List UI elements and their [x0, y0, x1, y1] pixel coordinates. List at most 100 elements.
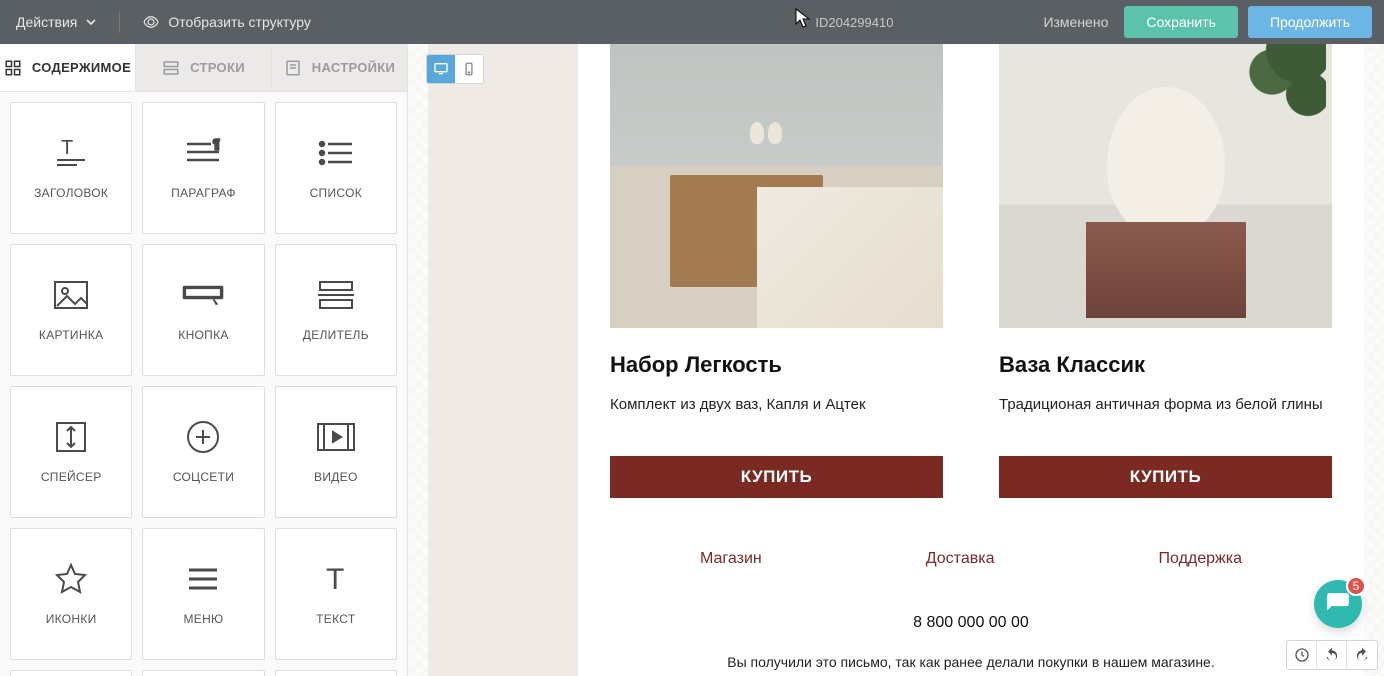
button-icon — [181, 278, 225, 312]
chat-count: 5 — [1346, 576, 1366, 596]
panel-tabs: СОДЕРЖИМОЕ СТРОКИ НАСТРОЙКИ — [0, 44, 407, 92]
buy-button-2[interactable]: КУПИТЬ — [999, 456, 1332, 498]
block-video-label: ВИДЕО — [314, 470, 358, 484]
spacer-icon — [53, 419, 89, 455]
undo-button[interactable] — [1317, 641, 1347, 669]
block-social-label: СОЦСЕТИ — [173, 470, 234, 484]
footer-disclaimer: Вы получили это письмо, так как ранее де… — [578, 652, 1364, 676]
product-image-1[interactable] — [610, 44, 943, 328]
product-title-2: Ваза Классик — [999, 352, 1332, 378]
block-more-3[interactable] — [275, 670, 397, 676]
footer-phone: 8 800 000 00 00 — [578, 614, 1364, 632]
block-heading-label: ЗАГОЛОВОК — [34, 186, 108, 200]
chat-icon — [1325, 591, 1351, 617]
svg-text:T: T — [326, 563, 344, 596]
block-social[interactable]: СОЦСЕТИ — [142, 386, 264, 518]
block-list-label: СПИСОК — [310, 186, 362, 200]
block-spacer-label: СПЕЙСЕР — [41, 470, 102, 484]
block-icons-label: ИКОНКИ — [46, 612, 97, 626]
block-paragraph-label: ПАРАГРАФ — [171, 186, 236, 200]
text-icon: T — [318, 561, 354, 597]
heading-icon: T — [49, 136, 93, 170]
footer-links: Магазин Доставка Поддержка — [578, 550, 1364, 568]
video-icon — [314, 420, 358, 454]
redo-icon — [1354, 647, 1370, 663]
block-button-label: КНОПКА — [178, 328, 228, 342]
blocks-grid: T ЗАГОЛОВОК ¶ ПАРАГРАФ СПИСОК КАРТИНКА К… — [0, 92, 407, 676]
email-canvas[interactable]: Набор Легкость Комплект из двух ваз, Кап… — [428, 44, 1364, 676]
canvas-area: Набор Легкость Комплект из двух ваз, Кап… — [408, 44, 1384, 676]
block-image[interactable]: КАРТИНКА — [10, 244, 132, 376]
block-image-label: КАРТИНКА — [39, 328, 103, 342]
mobile-icon — [462, 61, 476, 77]
product-title-1: Набор Легкость — [610, 352, 943, 378]
block-button[interactable]: КНОПКА — [142, 244, 264, 376]
svg-text:¶: ¶ — [213, 137, 219, 151]
desktop-icon — [433, 61, 449, 77]
chat-widget[interactable]: 5 — [1314, 580, 1362, 628]
product-desc-2: Традиционая античная форма из белой глин… — [999, 394, 1332, 438]
footer-link-delivery[interactable]: Доставка — [926, 550, 995, 568]
block-list[interactable]: СПИСОК — [275, 102, 397, 234]
settings-doc-icon — [284, 59, 302, 77]
block-spacer[interactable]: СПЕЙСЕР — [10, 386, 132, 518]
block-paragraph[interactable]: ¶ ПАРАГРАФ — [142, 102, 264, 234]
show-structure-label: Отобразить структуру — [168, 14, 311, 30]
device-desktop[interactable] — [427, 55, 455, 83]
block-text[interactable]: T ТЕКСТ — [275, 528, 397, 660]
show-structure-toggle[interactable]: Отобразить структуру — [142, 13, 311, 31]
divider-icon — [314, 278, 358, 312]
redo-button[interactable] — [1347, 641, 1377, 669]
device-switcher — [426, 54, 484, 84]
undo-icon — [1324, 647, 1340, 663]
block-video[interactable]: ВИДЕО — [275, 386, 397, 518]
history-icon — [1294, 647, 1310, 663]
tab-settings[interactable]: НАСТРОЙКИ — [272, 44, 407, 91]
menu-icon — [185, 564, 221, 594]
image-icon — [51, 278, 91, 312]
actions-label: Действия — [16, 14, 77, 30]
block-menu[interactable]: МЕНЮ — [142, 528, 264, 660]
tab-content-label: СОДЕРЖИМОЕ — [32, 60, 131, 75]
actions-dropdown[interactable]: Действия — [16, 14, 97, 30]
tab-rows[interactable]: СТРОКИ — [136, 44, 272, 91]
disclaimer-line1: Вы получили это письмо, так как ранее де… — [727, 654, 1214, 670]
buy-button-1[interactable]: КУПИТЬ — [610, 456, 943, 498]
save-status: Изменено — [1043, 14, 1108, 30]
content-panel: СОДЕРЖИМОЕ СТРОКИ НАСТРОЙКИ T ЗАГОЛОВОК … — [0, 44, 408, 676]
product-card-2: Ваза Классик Традиционая античная форма … — [999, 44, 1332, 498]
product-image-2[interactable] — [999, 44, 1332, 328]
rows-icon — [162, 59, 180, 77]
paragraph-icon: ¶ — [181, 136, 225, 170]
block-menu-label: МЕНЮ — [183, 612, 223, 626]
eye-icon — [142, 13, 160, 31]
footer-link-support[interactable]: Поддержка — [1159, 550, 1242, 568]
block-text-label: ТЕКСТ — [316, 612, 355, 626]
product-card-1: Набор Легкость Комплект из двух ваз, Кап… — [610, 44, 943, 498]
continue-button[interactable]: Продолжить — [1248, 6, 1372, 38]
footer-link-shop[interactable]: Магазин — [700, 550, 762, 568]
block-more-1[interactable] — [10, 670, 132, 676]
history-button[interactable] — [1287, 641, 1317, 669]
email-body: Набор Легкость Комплект из двух ваз, Кап… — [578, 44, 1364, 676]
save-button[interactable]: Сохранить — [1124, 6, 1238, 38]
document-id: ID204299410 — [311, 15, 1044, 30]
top-toolbar: Действия Отобразить структуру ID20429941… — [0, 0, 1384, 44]
grid-icon — [4, 59, 22, 77]
device-mobile[interactable] — [455, 55, 483, 83]
tab-settings-label: НАСТРОЙКИ — [312, 60, 395, 75]
star-icon — [53, 561, 89, 597]
chevron-down-icon — [85, 16, 97, 28]
tab-rows-label: СТРОКИ — [190, 60, 245, 75]
block-heading[interactable]: T ЗАГОЛОВОК — [10, 102, 132, 234]
block-icons[interactable]: ИКОНКИ — [10, 528, 132, 660]
social-icon — [185, 419, 221, 455]
block-divider-label: ДЕЛИТЕЛЬ — [303, 328, 369, 342]
tab-content[interactable]: СОДЕРЖИМОЕ — [0, 44, 136, 91]
block-divider[interactable]: ДЕЛИТЕЛЬ — [275, 244, 397, 376]
block-more-2[interactable] — [142, 670, 264, 676]
product-desc-1: Комплект из двух ваз, Капля и Ацтек — [610, 394, 943, 438]
history-bar — [1286, 640, 1378, 670]
svg-text:T: T — [61, 137, 73, 159]
list-icon — [314, 136, 358, 170]
